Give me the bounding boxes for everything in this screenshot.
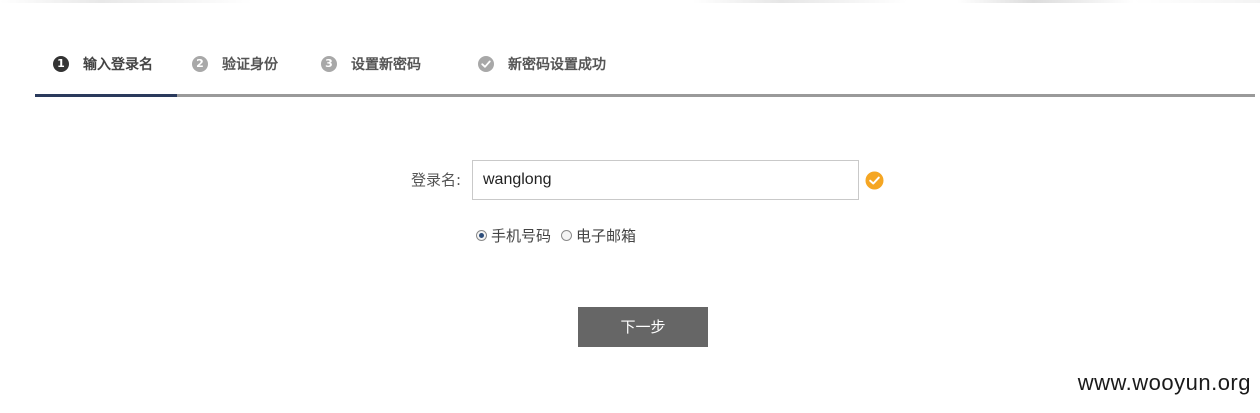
login-name-row: 登录名: bbox=[0, 160, 1260, 200]
password-reset-page: 1 输入登录名 2 验证身份 3 设置新密码 新密码设置成功 登录名: wang… bbox=[0, 0, 1260, 413]
step-2-label: 验证身份 bbox=[222, 57, 278, 73]
step-track-active bbox=[35, 94, 177, 97]
radio-email-button[interactable] bbox=[561, 229, 573, 241]
step-3[interactable]: 3 设置新密码 bbox=[321, 44, 421, 84]
watermark-text: www.wooyun.org bbox=[1077, 370, 1251, 395]
step-track bbox=[35, 94, 1255, 97]
top-shade bbox=[0, 0, 1260, 3]
login-name-label: 登录名: bbox=[410, 171, 461, 189]
radio-phone-button[interactable] bbox=[476, 229, 487, 241]
verify-method-group: 手机号码 电子邮箱 bbox=[476, 223, 646, 247]
step-1[interactable]: 1 输入登录名 bbox=[53, 44, 153, 84]
next-step-button[interactable]: 下一步 bbox=[578, 307, 708, 347]
step-2[interactable]: 2 验证身份 bbox=[192, 44, 278, 84]
radio-email-label: 电子邮箱 bbox=[576, 226, 637, 245]
step-1-number-icon: 1 bbox=[53, 56, 69, 72]
radio-option-email[interactable]: 电子邮箱 bbox=[561, 225, 636, 246]
step-3-label: 设置新密码 bbox=[351, 57, 421, 73]
login-name-input[interactable] bbox=[472, 160, 859, 200]
radio-phone-label: 手机号码 bbox=[491, 226, 552, 245]
valid-check-icon bbox=[865, 171, 884, 190]
step-4-label: 新密码设置成功 bbox=[508, 57, 606, 73]
step-progress: 1 输入登录名 2 验证身份 3 设置新密码 新密码设置成功 bbox=[35, 44, 1255, 97]
step-2-number-icon: 2 bbox=[192, 56, 208, 72]
step-4[interactable]: 新密码设置成功 bbox=[478, 44, 606, 84]
radio-option-phone[interactable]: 手机号码 bbox=[476, 225, 551, 246]
step-4-check-icon bbox=[478, 56, 494, 72]
step-3-number-icon: 3 bbox=[321, 56, 337, 72]
step-1-label: 输入登录名 bbox=[83, 57, 153, 73]
